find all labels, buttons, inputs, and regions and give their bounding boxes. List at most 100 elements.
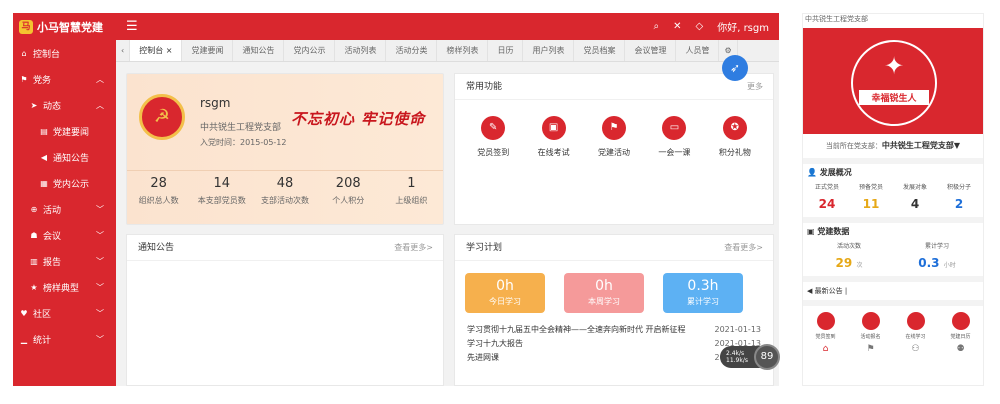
brand-logo: ✦ 幸福锐生人 — [851, 40, 937, 126]
sidebar-item-news[interactable]: ➤ 动态 ︿ — [13, 92, 116, 118]
week-study-box: 0h 本周学习 — [564, 273, 644, 313]
activity-icon: ⊕ — [30, 204, 38, 214]
sidebar-item-community[interactable]: ♥ 社区 ﹀ — [13, 300, 116, 326]
bottom-nav: ⌂ ⚑ ⚇ ⚉ — [803, 344, 983, 354]
person-icon: 👤 — [807, 168, 820, 177]
home-icon[interactable]: ⌂ — [803, 344, 848, 354]
network-speed-widget: 2.4k/s 11.9k/s 89 — [720, 344, 780, 370]
tab-console[interactable]: 控制台 × — [130, 40, 183, 61]
list-item[interactable]: 先进网课2020-11-12 — [467, 351, 761, 365]
more-link[interactable]: 查看更多> — [394, 235, 433, 261]
tab-item[interactable]: 活动分类 — [386, 40, 438, 61]
stat-cell: 预备党员 11 — [858, 184, 883, 211]
flag-icon: ⚑ — [20, 74, 28, 84]
sidebar-item-publicity[interactable]: ▦ 党内公示 — [13, 170, 116, 196]
fullscreen-icon[interactable]: ✕ — [673, 21, 681, 32]
latest-announcement[interactable]: ◀ 最新公告 | — [803, 276, 983, 306]
app-activity[interactable]: ⚑ 党建活动 — [584, 116, 644, 158]
tab-prev-icon[interactable]: ‹ — [116, 40, 131, 61]
home-icon: ⌂ — [21, 48, 27, 58]
speed-percent: 89 — [754, 344, 780, 370]
notice-card: 通知公告 查看更多> — [126, 234, 444, 386]
list-item[interactable]: 学习贯彻十九届五中全会精神——全速奔向新时代 开启新征程 2021-01-13 — [467, 323, 761, 337]
more-link[interactable]: 查看更多> — [724, 235, 763, 261]
sidebar-item-report[interactable]: ▥ 报告 ﹀ — [13, 248, 116, 274]
tab-item[interactable]: 党内公示 — [284, 40, 336, 61]
slogan: 不忘初心 牢记使命 — [291, 110, 426, 128]
menu-toggle-icon[interactable]: ☰ — [126, 19, 138, 34]
app-checkin[interactable]: ✎ 党员签到 — [463, 116, 523, 158]
card-header: 常用功能 更多 — [455, 74, 773, 100]
checkin-icon — [816, 312, 835, 330]
list-item[interactable]: 学习十九大报告 2021-01-13 — [467, 337, 761, 351]
tab-bar: ‹ 控制台 × 党建要闻 通知公告 党内公示 活动列表 活动分类 榜样列表 日历… — [116, 40, 779, 62]
tab-item[interactable]: 活动列表 — [335, 40, 387, 61]
sidebar-item-meeting[interactable]: ☗ 会议 ﹀ — [13, 222, 116, 248]
doc-icon: ▤ — [40, 126, 48, 136]
sidebar-item-stats[interactable]: ▁ 统计 ﹀ — [13, 326, 116, 352]
app-points[interactable]: ✪ 积分礼物 — [705, 116, 765, 158]
sidebar-item-notice[interactable]: ◀ 通知公告 — [13, 144, 116, 170]
chevron-up-icon: ︿ — [96, 74, 104, 84]
brand-mark-icon: ✦ — [883, 52, 905, 80]
app-exam[interactable]: ▣ 在线考试 — [523, 116, 583, 158]
party-emblem-icon: ☭ — [139, 94, 185, 140]
tab-item[interactable]: 日历 — [488, 40, 524, 61]
stat-item: 28 组织总人数 — [138, 176, 179, 205]
search-icon[interactable]: ⌕ — [654, 21, 660, 32]
mobile-app-item[interactable]: 党员签到 — [803, 312, 848, 340]
section-title: 👤 发展概况 — [803, 158, 983, 177]
today-study-box: 0h 今日学习 — [465, 273, 545, 313]
chevron-up-icon: ︿ — [96, 100, 104, 110]
medal-icon: ✪ — [722, 116, 747, 140]
tab-item[interactable]: 榜样列表 — [437, 40, 489, 61]
mobile-app-item[interactable]: 党建日历 — [938, 312, 983, 340]
user-name: rsgm — [200, 96, 231, 110]
logo-icon: 马 — [19, 19, 33, 34]
app-title: 小马智慧党建 — [37, 20, 103, 34]
sidebar-item-party[interactable]: ⚑ 党务 ︿ — [13, 66, 116, 92]
send-icon: ➤ — [30, 100, 38, 110]
card-header: 学习计划 查看更多> — [455, 235, 773, 261]
tab-item[interactable]: 通知公告 — [233, 40, 285, 61]
star-icon: ★ — [30, 282, 38, 292]
mobile-app-item[interactable]: 在线学习 — [893, 312, 938, 340]
chevron-down-icon: ﹀ — [96, 282, 104, 292]
tab-item[interactable]: 党员档案 — [574, 40, 626, 61]
signup-icon — [861, 312, 880, 330]
stat-cell: 累计学习 0.3 小时 — [918, 243, 956, 270]
user-greeting[interactable]: 你好, rsgm — [717, 19, 769, 34]
tab-item[interactable]: 会议管理 — [625, 40, 677, 61]
mobile-banner: ✦ 幸福锐生人 — [803, 28, 983, 134]
people-icon[interactable]: ⚇ — [893, 344, 938, 354]
monitor-icon: ▭ — [662, 116, 687, 140]
tab-item[interactable]: 人员管 — [676, 40, 720, 61]
stat-cell: 活动次数 29 次 — [835, 243, 863, 270]
flag-icon[interactable]: ⚑ — [848, 344, 893, 354]
sidebar-item-party-news[interactable]: ▤ 党建要闻 — [13, 118, 116, 144]
more-link[interactable]: 更多 — [747, 74, 763, 100]
main-content: ☭ rsgm 中共锐生工程党支部 入党时间：2015-05-12 不忘初心 牢记… — [116, 62, 779, 386]
common-apps-card: 常用功能 更多 ✎ 党员签到 ▣ 在线考试 ⚑ 党建活动 ▭ 一会一课 ✪ 积分礼物 — [454, 73, 774, 225]
bird-icon[interactable]: ➶ — [722, 55, 748, 81]
mobile-title: 中共锐生工程党支部 — [805, 15, 868, 23]
mail-icon — [906, 312, 925, 330]
tab-item[interactable]: 党建要闻 — [182, 40, 234, 61]
stat-item: 14 本支部党员数 — [197, 176, 246, 205]
sidebar-item-console[interactable]: ⌂ 控制台 — [13, 40, 116, 66]
app-meeting[interactable]: ▭ 一会一课 — [644, 116, 704, 158]
section-title: ▣ 党建数据 — [803, 217, 983, 236]
theme-icon[interactable]: ◇ — [696, 21, 704, 32]
heart-icon: ♥ — [20, 308, 28, 318]
profile-stats: 28 组织总人数 14 本支部党员数 48 支部活动次数 208 个人积分 1 上级组织 — [127, 176, 443, 206]
user-icon[interactable]: ⚉ — [938, 344, 983, 354]
sidebar-item-activity[interactable]: ⊕ 活动 ﹀ — [13, 196, 116, 222]
chevron-down-icon: ﹀ — [96, 204, 104, 214]
tab-item[interactable]: 用户列表 — [523, 40, 575, 61]
branch-select[interactable]: 当前所在党支部：中共锐生工程党支部▼ — [803, 134, 983, 158]
sidebar-item-models[interactable]: ★ 榜样典型 ﹀ — [13, 274, 116, 300]
mobile-app-item[interactable]: 活动报名 — [848, 312, 893, 340]
app-logo[interactable]: 马 小马智慧党建 — [13, 19, 116, 35]
profile-card: ☭ rsgm 中共锐生工程党支部 入党时间：2015-05-12 不忘初心 牢记… — [126, 73, 444, 225]
stat-cell: 积极分子 2 — [946, 184, 971, 211]
